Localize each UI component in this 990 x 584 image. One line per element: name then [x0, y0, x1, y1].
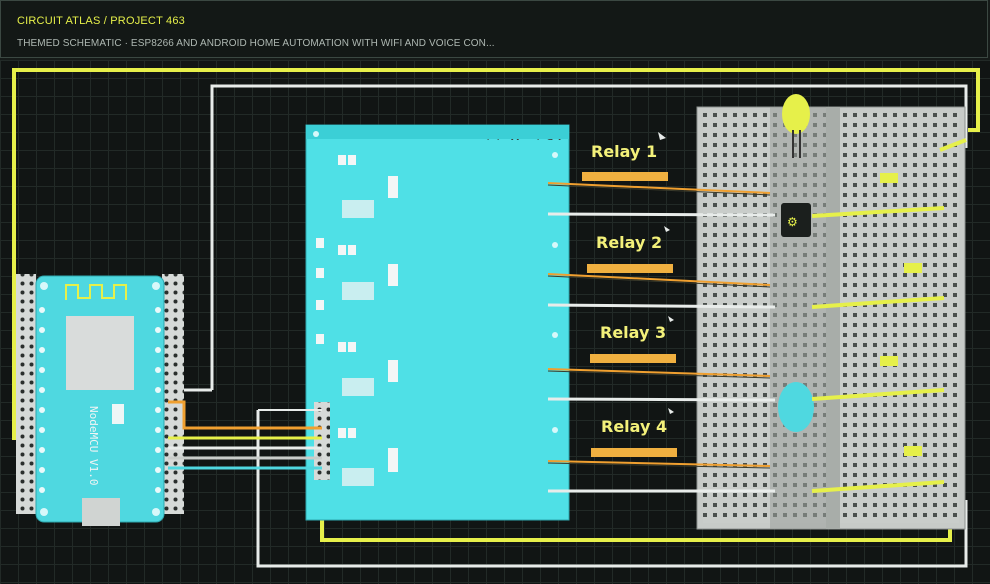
relay-label-3: Relay 3 [600, 323, 666, 342]
relay-module: 4 Relay Module [305, 124, 570, 521]
nodemcu-label: NodeMCU V1.0 [87, 406, 100, 485]
schematic-diagram: ⚙ 4 Relay Module [12, 68, 980, 568]
transistor-component: ⚙ [781, 203, 811, 237]
nodemcu-board: NodeMCU V1.0 [16, 274, 184, 526]
relay-label-2: Relay 2 [596, 233, 662, 252]
relay-labels: Relay 1 Relay 2 Relay 3 Relay 4 [582, 142, 677, 457]
relay-label-4: Relay 4 [601, 417, 667, 436]
svg-text:⚙: ⚙ [787, 215, 798, 229]
blue-capacitor [778, 382, 814, 432]
signal-wires [168, 400, 322, 470]
relay-label-1: Relay 1 [591, 142, 657, 161]
